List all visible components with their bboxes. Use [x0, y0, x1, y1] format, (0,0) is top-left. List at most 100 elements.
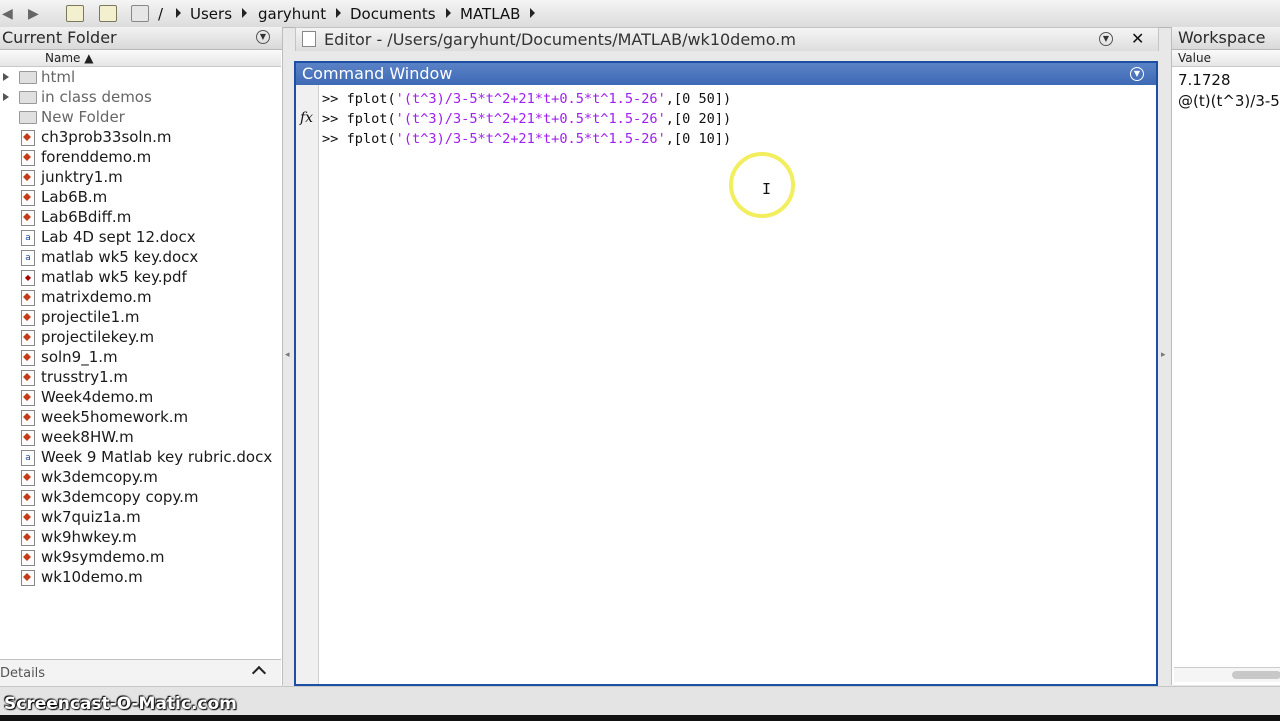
file-list: html in class demos New Folder ch3prob33sol…: [0, 67, 281, 587]
command-window-menu-icon[interactable]: ▼: [1130, 67, 1144, 81]
breadcrumb-separator-icon: [446, 8, 451, 18]
file-list-item[interactable]: projectile1.m: [0, 307, 281, 327]
horizontal-scrollbar[interactable]: [1174, 667, 1280, 682]
details-pane[interactable]: Details: [0, 659, 281, 686]
matlab-file-icon: [21, 390, 35, 406]
workspace-value[interactable]: @(t)(t^3)/3-5*: [1178, 92, 1280, 110]
matlab-file-icon: [21, 170, 35, 186]
file-list-item[interactable]: in class demos: [0, 87, 281, 107]
string-literal: '(t^3)/3-5*t^2+21*t+0.5*t^1.5-26': [395, 111, 666, 127]
command-text: fplot(: [346, 131, 396, 147]
file-list-item[interactable]: wk3demcopy copy.m: [0, 487, 281, 507]
panel-menu-icon[interactable]: ▼: [256, 30, 270, 44]
file-list-item[interactable]: New Folder: [0, 107, 281, 127]
workspace-value[interactable]: 7.1728: [1178, 71, 1231, 89]
breadcrumb-matlab[interactable]: MATLAB: [460, 5, 520, 23]
forward-arrow-icon[interactable]: ▶: [28, 6, 39, 22]
file-list-item[interactable]: junktry1.m: [0, 167, 281, 187]
matlab-file-icon: [21, 150, 35, 166]
current-folder-header: Current Folder ▼: [0, 27, 282, 50]
address-bar: ◀ ▶ / Users garyhunt Documents MATLAB: [0, 0, 1280, 28]
file-name: New Folder: [41, 108, 125, 126]
command-text: ,[0 20]): [665, 111, 732, 127]
file-name: wk10demo.m: [41, 568, 143, 586]
command-text: ,[0 10]): [665, 131, 732, 147]
breadcrumb-separator-icon[interactable]: [530, 8, 535, 18]
breadcrumb-garyhunt[interactable]: garyhunt: [258, 5, 326, 23]
browse-folder-icon[interactable]: [99, 5, 117, 22]
editor-menu-icon[interactable]: ▼: [1099, 32, 1113, 46]
matlab-file-icon: [21, 310, 35, 326]
back-arrow-icon[interactable]: ◀: [2, 6, 13, 22]
current-folder-panel: Current Folder ▼ Name ▲ html in class dem…: [0, 27, 283, 686]
file-list-item[interactable]: matrixdemo.m: [0, 287, 281, 307]
breadcrumb-documents[interactable]: Documents: [350, 5, 436, 23]
file-list-item[interactable]: a Week 9 Matlab key rubric.docx: [0, 447, 281, 467]
string-literal: '(t^3)/3-5*t^2+21*t+0.5*t^1.5-26': [395, 131, 666, 147]
breadcrumb-separator-icon: [176, 8, 181, 18]
file-list-item[interactable]: trusstry1.m: [0, 367, 281, 387]
file-name: trusstry1.m: [41, 368, 129, 386]
matlab-file-icon: [21, 530, 35, 546]
file-name: wk3demcopy.m: [41, 468, 158, 486]
file-list-item[interactable]: ◆ matlab wk5 key.pdf: [0, 267, 281, 287]
file-name: projectilekey.m: [41, 328, 155, 346]
file-list-item[interactable]: week8HW.m: [0, 427, 281, 447]
splitter-handle-icon[interactable]: ▸: [1161, 350, 1166, 360]
watermark: Screencast-O-Matic.com: [4, 694, 237, 714]
value-column-header[interactable]: Value: [1172, 50, 1280, 67]
file-name: wk9symdemo.m: [41, 548, 165, 566]
expand-arrow-icon[interactable]: [3, 73, 9, 81]
file-list-item[interactable]: soln9_1.m: [0, 347, 281, 367]
matlab-file-icon: [21, 130, 35, 146]
file-list-item[interactable]: projectilekey.m: [0, 327, 281, 347]
file-name: forenddemo.m: [41, 148, 152, 166]
file-list-item[interactable]: a matlab wk5 key.docx: [0, 247, 281, 267]
root-folder-icon[interactable]: [131, 5, 149, 22]
up-folder-icon[interactable]: [66, 5, 84, 22]
file-name: week8HW.m: [41, 428, 134, 446]
file-name: matlab wk5 key.pdf: [41, 268, 187, 286]
name-column-header[interactable]: Name ▲: [0, 50, 281, 67]
file-list-item[interactable]: html: [0, 67, 281, 87]
file-list-item[interactable]: week5homework.m: [0, 407, 281, 427]
file-list-item[interactable]: Week4demo.m: [0, 387, 281, 407]
breadcrumb-users[interactable]: Users: [190, 5, 232, 23]
editor-document-icon: [302, 31, 316, 47]
file-list-item[interactable]: Lab6Bdiff.m: [0, 207, 281, 227]
file-list-item[interactable]: wk9symdemo.m: [0, 547, 281, 567]
command-line: >> fplot('(t^3)/3-5*t^2+21*t+0.5*t^1.5-2…: [322, 91, 731, 107]
matlab-file-icon: [21, 350, 35, 366]
file-name: soln9_1.m: [41, 348, 118, 366]
breadcrumb-root[interactable]: /: [158, 5, 163, 23]
matlab-file-icon: [21, 510, 35, 526]
file-list-item[interactable]: wk7quiz1a.m: [0, 507, 281, 527]
file-list-item[interactable]: ch3prob33soln.m: [0, 127, 281, 147]
editor-title-bar[interactable]: Editor - /Users/garyhunt/Documents/MATLA…: [295, 27, 1159, 51]
value-column-label: Value: [1178, 51, 1211, 65]
file-name: junktry1.m: [41, 168, 123, 186]
chevron-up-icon[interactable]: [251, 665, 267, 681]
file-list-item[interactable]: wk10demo.m: [0, 567, 281, 587]
file-list-item[interactable]: wk9hwkey.m: [0, 527, 281, 547]
command-text: fplot(: [346, 91, 396, 107]
close-icon[interactable]: ✕: [1131, 29, 1144, 48]
file-list-item[interactable]: Lab6B.m: [0, 187, 281, 207]
matlab-file-icon: [21, 470, 35, 486]
file-list-item[interactable]: forenddemo.m: [0, 147, 281, 167]
breadcrumb-separator-icon: [242, 8, 247, 18]
scrollbar-thumb[interactable]: [1232, 671, 1280, 679]
bottom-strip: [0, 715, 1280, 721]
command-window[interactable]: Command Window ▼ fx >> fplot('(t^3)/3-5*…: [294, 61, 1158, 686]
expand-arrow-icon[interactable]: [3, 93, 9, 101]
pdf-file-icon: ◆: [21, 270, 35, 286]
command-line: >> fplot('(t^3)/3-5*t^2+21*t+0.5*t^1.5-2…: [322, 111, 731, 127]
file-name: projectile1.m: [41, 308, 140, 326]
function-browser-icon[interactable]: fx: [300, 110, 313, 126]
matlab-file-icon: [21, 190, 35, 206]
matlab-file-icon: [21, 330, 35, 346]
file-list-item[interactable]: wk3demcopy.m: [0, 467, 281, 487]
matlab-file-icon: [21, 290, 35, 306]
splitter-handle-icon[interactable]: ◂: [285, 350, 290, 360]
file-list-item[interactable]: a Lab 4D sept 12.docx: [0, 227, 281, 247]
